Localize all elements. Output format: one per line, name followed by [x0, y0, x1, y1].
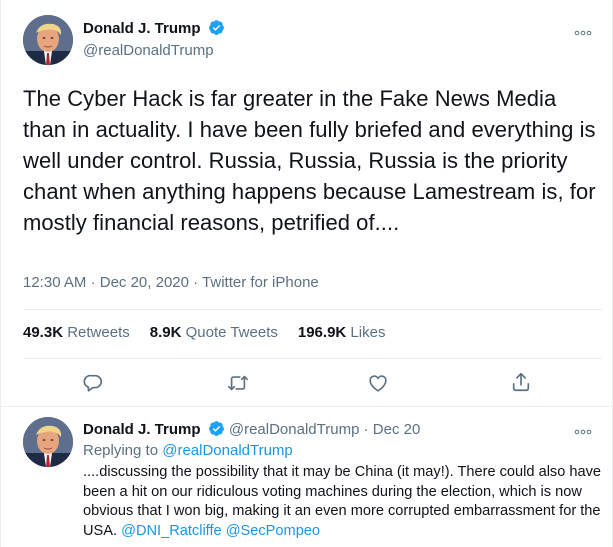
replying-label: Replying to: [83, 442, 159, 459]
replying-to-handle[interactable]: @realDonaldTrump: [162, 442, 293, 459]
tweet-text: The Cyber Hack is far greater in the Fak…: [23, 86, 596, 235]
author-name[interactable]: Donald J. Trump: [83, 20, 201, 37]
retweets-stat[interactable]: 49.3K Retweets: [23, 324, 130, 341]
divider: [1, 406, 612, 407]
meta-separator: ·: [90, 274, 96, 291]
tweet-thread: Donald J. Trump @realDonaldTrump The Cyb…: [0, 0, 613, 547]
divider: [23, 309, 602, 310]
author-handle[interactable]: @realDonaldTrump: [83, 42, 214, 59]
verified-badge-icon: [208, 420, 225, 437]
more-icon[interactable]: [573, 424, 593, 435]
quotes-stat[interactable]: 8.9K Quote Tweets: [150, 324, 278, 341]
retweet-icon[interactable]: [227, 372, 249, 394]
quotes-label: Quote Tweets: [185, 324, 278, 341]
divider: [23, 358, 602, 359]
author-name-row: Donald J. Trump: [83, 19, 225, 38]
action-bar: [1, 370, 613, 396]
author-avatar[interactable]: [23, 15, 73, 65]
reply-header: Donald J. Trump @realDonaldTrump · Dec 2…: [83, 420, 420, 438]
mention-link[interactable]: @DNI_Ratcliffe: [121, 523, 222, 539]
like-icon[interactable]: [367, 372, 389, 394]
share-icon[interactable]: [510, 371, 532, 393]
meta-separator: ·: [193, 274, 199, 291]
reply-icon[interactable]: [82, 372, 104, 394]
reply-date[interactable]: Dec 20: [373, 421, 421, 438]
retweets-label: Retweets: [67, 324, 130, 341]
tweet-source[interactable]: Twitter for iPhone: [202, 274, 319, 291]
reply-author-avatar[interactable]: [23, 417, 73, 467]
reply-separator: ·: [363, 421, 369, 438]
replying-to: Replying to @realDonaldTrump: [83, 442, 293, 459]
likes-label: Likes: [350, 324, 386, 341]
reply-author-name[interactable]: Donald J. Trump: [83, 421, 201, 438]
retweets-count: 49.3K: [23, 324, 64, 341]
likes-count: 196.9K: [297, 324, 347, 341]
tweet-time[interactable]: 12:30 AM: [23, 274, 86, 291]
quotes-count: 8.9K: [149, 324, 182, 341]
tweet-stats: 49.3K Retweets 8.9K Quote Tweets 196.9K …: [23, 324, 385, 341]
verified-badge-icon: [208, 19, 225, 36]
tweet-meta: 12:30 AM · Dec 20, 2020 · Twitter for iP…: [23, 274, 319, 291]
more-icon[interactable]: [573, 25, 593, 36]
mention-link[interactable]: @SecPompeo: [226, 523, 320, 539]
reply-text-block: ....discussing the possibility that it m…: [83, 463, 603, 541]
tweet-date[interactable]: Dec 20, 2020: [100, 274, 189, 291]
reply-author-handle[interactable]: @realDonaldTrump: [229, 421, 360, 438]
likes-stat[interactable]: 196.9K Likes: [298, 324, 386, 341]
